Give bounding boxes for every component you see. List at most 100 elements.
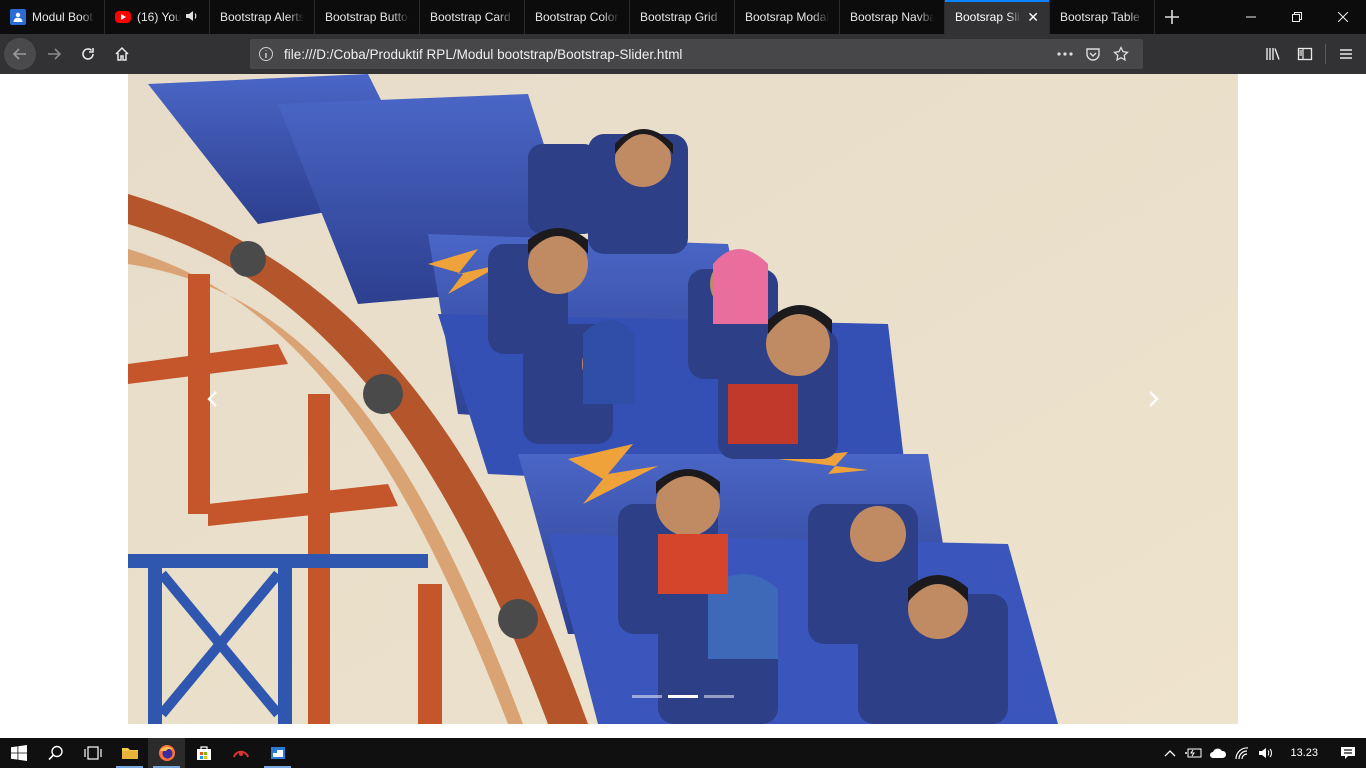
pocket-icon [1086, 48, 1100, 61]
menu-button[interactable] [1330, 38, 1362, 70]
chevron-right-icon [1149, 391, 1159, 407]
action-center-button[interactable] [1330, 738, 1366, 768]
tab-bootstrap-card[interactable]: Bootstrap Card [420, 0, 525, 34]
wifi-icon [1235, 747, 1249, 760]
firefox-icon [158, 745, 175, 761]
tab-bootsrap-slider[interactable]: Bootsrap Slider ✕ [945, 0, 1050, 34]
sidebar-button[interactable] [1289, 38, 1321, 70]
hamburger-menu-icon [1340, 49, 1352, 59]
tab-label: Bootstrap Card [430, 10, 511, 24]
carousel-indicator-1[interactable] [632, 695, 662, 698]
carousel-indicator-2[interactable] [668, 695, 698, 698]
speaker-icon [1259, 748, 1273, 758]
minimize-button[interactable] [1228, 0, 1274, 34]
tab-label: Bootstrap Grid [640, 10, 718, 24]
tab-label: Bootstrap Alerts [220, 10, 304, 24]
page-content [0, 74, 1366, 738]
battery-button[interactable] [1182, 738, 1206, 768]
navigation-toolbar: file:///D:/Coba/Produktif RPL/Modul boot… [0, 34, 1366, 74]
tab-youtube[interactable]: (16) YouTube [105, 0, 210, 34]
tab-bootsrap-modal[interactable]: Bootsrap Modal [735, 0, 840, 34]
restore-icon [1292, 12, 1302, 22]
start-button[interactable] [0, 738, 37, 768]
bookmark-button[interactable] [1107, 42, 1135, 66]
volume-button[interactable] [1254, 738, 1278, 768]
tab-bootsrap-table[interactable]: Bootsrap Table [1050, 0, 1155, 34]
carousel-indicator-3[interactable] [704, 695, 734, 698]
carousel-indicators [128, 695, 1238, 698]
tab-bootstrap-alerts[interactable]: Bootstrap Alerts [210, 0, 315, 34]
reload-icon [82, 48, 94, 60]
tab-bootsrap-navbar[interactable]: Bootsrap Navbar [840, 0, 945, 34]
tab-label: Bootsrap Modal [745, 10, 829, 24]
start-icon [10, 745, 27, 761]
tab-label: Bootsrap Slider [955, 10, 1021, 24]
tab-modul-bootstrap[interactable]: Modul Bootstrap [0, 0, 105, 34]
file-explorer-button[interactable] [111, 738, 148, 768]
task-view-icon [83, 746, 102, 760]
battery-icon [1185, 748, 1202, 758]
library-button[interactable] [1257, 38, 1289, 70]
carousel-next-button[interactable] [1068, 74, 1238, 724]
firefox-button[interactable] [148, 738, 185, 768]
tab-label: Modul Bootstrap [32, 10, 94, 24]
plus-icon [1165, 10, 1179, 24]
notification-icon [1341, 747, 1355, 759]
restore-button[interactable] [1274, 0, 1320, 34]
tab-bootstrap-buttons[interactable]: Bootstrap Buttons [315, 0, 420, 34]
store-icon [196, 746, 211, 760]
page-actions-button[interactable] [1051, 42, 1079, 66]
back-button[interactable] [4, 38, 36, 70]
url-text[interactable]: file:///D:/Coba/Produktif RPL/Modul boot… [284, 47, 1051, 62]
youtube-icon [115, 11, 131, 23]
pocket-button[interactable] [1079, 42, 1107, 66]
carousel-prev-button[interactable] [128, 74, 298, 724]
speaker-icon[interactable] [185, 9, 199, 26]
address-bar[interactable]: file:///D:/Coba/Produktif RPL/Modul boot… [250, 39, 1143, 69]
tab-label: Bootsrap Navbar [850, 10, 934, 24]
chevron-up-icon [1165, 750, 1176, 757]
forward-button[interactable] [38, 38, 70, 70]
tab-label: Bootstrap Color [535, 10, 619, 24]
new-tab-button[interactable] [1155, 0, 1189, 34]
chevron-left-icon [207, 391, 217, 407]
app-red-button[interactable] [222, 738, 259, 768]
close-window-button[interactable] [1320, 0, 1366, 34]
network-button[interactable] [1230, 738, 1254, 768]
clock[interactable]: 13.23 [1278, 747, 1330, 759]
tab-bootstrap-grid[interactable]: Bootstrap Grid [630, 0, 735, 34]
home-button[interactable] [106, 38, 138, 70]
toolbar-separator [1325, 44, 1326, 64]
app-blue-button[interactable] [259, 738, 296, 768]
back-arrow-icon [12, 48, 26, 60]
window-controls [1228, 0, 1366, 34]
carousel[interactable] [128, 74, 1238, 724]
sidebar-icon [1297, 47, 1313, 61]
tab-label: Bootstrap Buttons [325, 10, 409, 24]
show-hidden-icons-button[interactable] [1158, 738, 1182, 768]
toolbar-right [1257, 34, 1366, 74]
tab-label: (16) YouTube [137, 10, 181, 24]
onedrive-button[interactable] [1206, 738, 1230, 768]
tab-bootstrap-color[interactable]: Bootstrap Color [525, 0, 630, 34]
search-icon [47, 745, 63, 761]
app-red-icon [232, 750, 249, 758]
ellipsis-icon [1057, 52, 1073, 56]
library-icon [1266, 48, 1280, 60]
info-icon[interactable] [258, 46, 274, 62]
store-button[interactable] [185, 738, 222, 768]
document-icon [10, 9, 26, 25]
system-tray: 13.23 [1158, 738, 1366, 768]
home-icon [115, 46, 129, 61]
reload-button[interactable] [72, 38, 104, 70]
task-view-button[interactable] [74, 738, 111, 768]
cloud-icon [1210, 748, 1227, 758]
star-icon [1113, 46, 1129, 62]
app-blue-icon [270, 747, 285, 759]
tab-strip: Modul Bootstrap (16) YouTube Bootstrap A… [0, 0, 1366, 34]
tab-label: Bootsrap Table [1060, 10, 1140, 24]
close-icon [1338, 12, 1348, 22]
close-tab-icon[interactable]: ✕ [1027, 9, 1039, 26]
minimize-icon [1246, 16, 1256, 18]
search-button[interactable] [37, 738, 74, 768]
